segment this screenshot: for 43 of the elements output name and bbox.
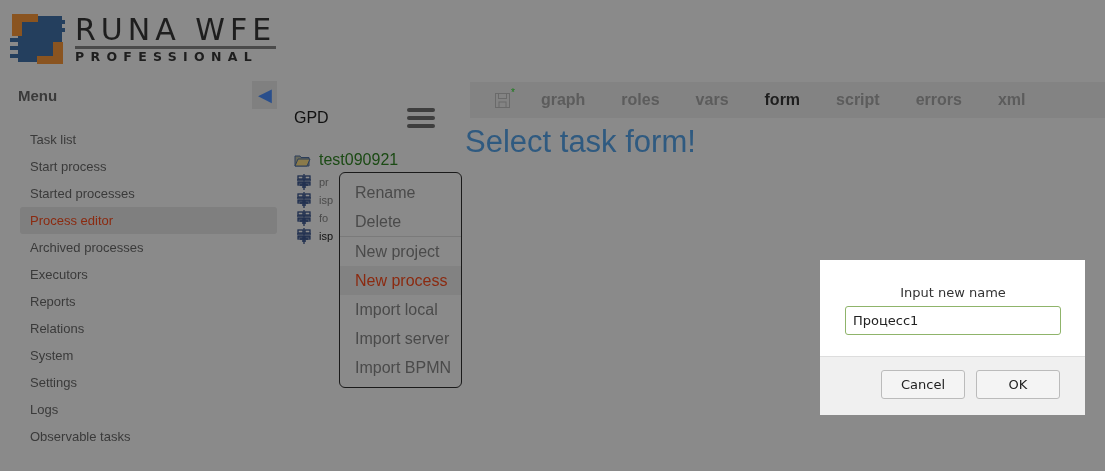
name-field[interactable]: Процесс1: [845, 306, 1061, 335]
editor-tab[interactable]: form: [764, 91, 801, 109]
menu-title: Menu: [18, 86, 58, 104]
tree-item[interactable]: isp: [319, 194, 334, 206]
sidebar-item[interactable]: Archived processes: [20, 234, 277, 261]
folder-icon: [294, 153, 311, 167]
menu-item[interactable]: Import server: [340, 324, 461, 353]
sidebar-item[interactable]: Process editor: [20, 207, 277, 234]
menu-item[interactable]: New process: [340, 266, 461, 295]
process-icon: [297, 210, 311, 226]
sidebar-item[interactable]: Started processes: [20, 180, 277, 207]
ok-button[interactable]: OK: [976, 370, 1060, 399]
process-icon: [297, 192, 311, 208]
editor-message: Select task form!: [465, 124, 697, 160]
sidebar-item[interactable]: Executors: [20, 261, 277, 288]
unsaved-mark: *: [511, 86, 515, 98]
tree-item[interactable]: test090921: [319, 151, 399, 169]
logo-title: RUNA WFE: [75, 14, 277, 49]
menu-item[interactable]: Import BPMN: [340, 353, 461, 382]
tree-item[interactable]: isp: [319, 230, 334, 242]
logo-subtitle: PROFESSIONAL: [75, 49, 259, 65]
sidebar-item[interactable]: Relations: [20, 315, 277, 342]
collapse-button[interactable]: ◀: [252, 81, 277, 109]
sidebar-item[interactable]: System: [20, 342, 277, 369]
logo-icon: [10, 12, 65, 67]
process-icon: [297, 174, 311, 190]
process-icon: [297, 228, 311, 244]
cancel-button[interactable]: Cancel: [881, 370, 965, 399]
sidebar-item[interactable]: Reports: [20, 288, 277, 315]
menu-item[interactable]: Delete: [340, 207, 461, 236]
sidebar-item[interactable]: Logs: [20, 396, 277, 423]
menu-item[interactable]: Import local: [340, 295, 461, 324]
panel-title: GPD: [294, 109, 329, 127]
tree-item[interactable]: pr: [319, 176, 329, 188]
sidebar-item[interactable]: Observable tasks: [20, 423, 277, 450]
menu-item[interactable]: Rename: [340, 178, 461, 207]
menu-icon[interactable]: [407, 108, 435, 128]
tree-item[interactable]: fo: [319, 212, 329, 224]
menu-item[interactable]: New project: [340, 237, 461, 266]
sidebar-item[interactable]: Settings: [20, 369, 277, 396]
dialog-label: Input new name: [900, 285, 1006, 300]
sidebar-item[interactable]: Start process: [20, 153, 277, 180]
sidebar-item[interactable]: Task list: [20, 126, 277, 153]
